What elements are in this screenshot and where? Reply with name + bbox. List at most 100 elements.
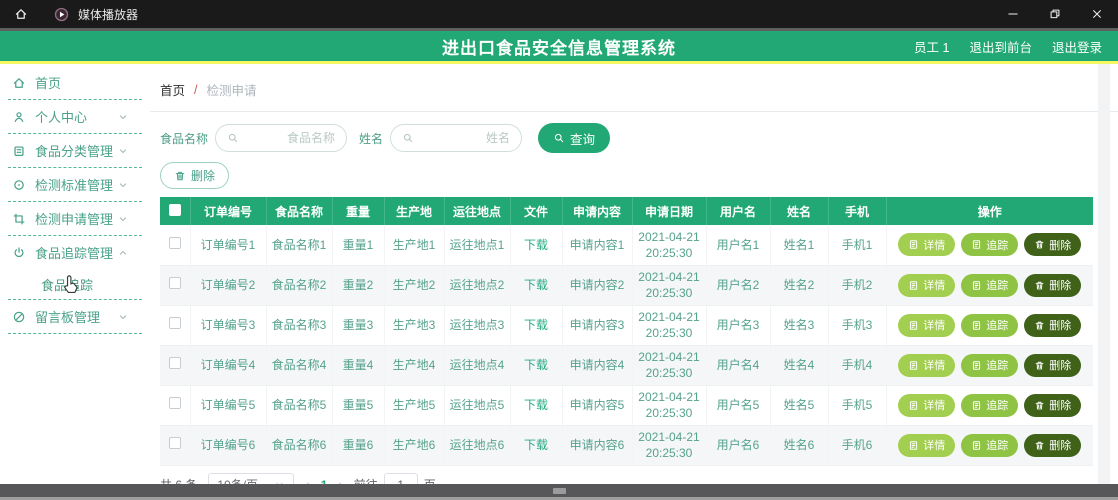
doc-icon [908,360,919,371]
download-link[interactable]: 下载 [524,438,548,452]
row-select-cell[interactable] [160,385,190,425]
table-row: 订单编号1食品名称1重量1生产地1运往地点1下载申请内容12021-04-21 … [160,225,1093,265]
date-cell: 2021-04-21 20:25:30 [632,345,706,385]
detail-button[interactable]: 详情 [898,233,955,256]
content-cell: 申请内容5 [562,385,632,425]
trash-icon [1034,360,1045,371]
track-button[interactable]: 追踪 [961,233,1018,256]
track-button[interactable]: 追踪 [961,314,1018,337]
row-select-cell[interactable] [160,265,190,305]
vertical-scrollbar-track[interactable] [1098,64,1110,484]
row-checkbox[interactable] [169,357,181,369]
goto-label: 前往 [354,476,378,484]
sidebar-item-7[interactable]: 留言板管理 [8,300,142,333]
goto-page-input[interactable] [384,473,418,485]
file-cell: 下载 [510,425,562,465]
delete-button[interactable]: 删除 [1024,233,1081,256]
delete-button[interactable]: 删除 [1024,314,1081,337]
close-button[interactable] [1076,0,1118,28]
track-button[interactable]: 追踪 [961,394,1018,417]
delete-button[interactable]: 删除 [1024,434,1081,457]
search-button[interactable]: 查询 [538,123,610,153]
delete-button[interactable]: 删除 [1024,394,1081,417]
trash-icon [1034,280,1045,291]
food-cell: 食品名称2 [266,265,332,305]
detail-button[interactable]: 详情 [898,274,955,297]
table-row: 订单编号6食品名称6重量6生产地6运往地点6下载申请内容62021-04-21 … [160,425,1093,465]
row-checkbox[interactable] [169,397,181,409]
breadcrumb: 首页 / 检测申请 [160,78,1106,111]
row-checkbox[interactable] [169,317,181,329]
sidebar-item-4[interactable]: 检测标准管理 [8,168,142,201]
media-player-icon [54,7,69,22]
chevron-down-icon [117,179,129,191]
sidebar-item-2[interactable]: 个人中心 [8,100,142,133]
track-button[interactable]: 追踪 [961,434,1018,457]
batch-delete-button[interactable]: 删除 [160,162,229,189]
doc-icon [908,440,919,451]
logout-front-link[interactable]: 退出到前台 [969,37,1032,56]
person-name-input[interactable] [418,131,510,145]
row-checkbox[interactable] [169,237,181,249]
person-name-field [390,124,522,152]
table-header-row: 订单编号食品名称重量生产地运往地点文件申请内容申请日期用户名姓名手机操作 [160,197,1093,225]
delete-button[interactable]: 删除 [1024,274,1081,297]
logout-link[interactable]: 退出登录 [1052,37,1102,56]
prev-page-button[interactable]: ‹ [305,477,309,484]
name-cell: 姓名6 [770,425,828,465]
detail-button[interactable]: 详情 [898,434,955,457]
horizontal-scrollbar-track[interactable] [0,484,1118,497]
sidebar-item-1[interactable]: 首页 [8,66,142,99]
minimize-button[interactable] [992,0,1034,28]
dest-cell: 运往地点5 [444,385,510,425]
user-cell: 用户名5 [706,385,770,425]
download-link[interactable]: 下载 [524,318,548,332]
select-all-checkbox[interactable] [169,204,181,216]
phone-cell: 手机1 [828,225,886,265]
user-cell: 用户名3 [706,305,770,345]
detail-button[interactable]: 详情 [898,354,955,377]
trash-icon [1034,440,1045,451]
breadcrumb-divider [150,111,1118,112]
row-checkbox[interactable] [169,277,181,289]
maximize-button[interactable] [1034,0,1076,28]
row-select-cell[interactable] [160,305,190,345]
window-titlebar: 媒体播放器 [0,0,1118,28]
food-name-input[interactable] [243,131,335,145]
sidebar-item-3[interactable]: 食品分类管理 [8,134,142,167]
row-checkbox[interactable] [169,437,181,449]
chevron-down-icon [117,213,129,225]
select-all-header[interactable] [160,197,190,225]
download-link[interactable]: 下载 [524,238,548,252]
order-cell: 订单编号5 [190,385,266,425]
page-size-select[interactable]: 10条/页 [208,473,294,485]
name-cell: 姓名5 [770,385,828,425]
row-select-cell[interactable] [160,225,190,265]
delete-button[interactable]: 删除 [1024,354,1081,377]
row-select-cell[interactable] [160,425,190,465]
next-page-button[interactable]: › [338,477,342,484]
food-name-label: 食品名称 [160,130,208,147]
date-cell: 2021-04-21 20:25:30 [632,305,706,345]
doc-icon [971,360,982,371]
column-header: 文件 [510,197,562,225]
phone-cell: 手机3 [828,305,886,345]
sidebar-item-5[interactable]: 检测申请管理 [8,202,142,235]
detail-button[interactable]: 详情 [898,394,955,417]
download-link[interactable]: 下载 [524,358,548,372]
track-button[interactable]: 追踪 [961,274,1018,297]
row-select-cell[interactable] [160,345,190,385]
app-header: 进出口食品安全信息管理系统 员工 1 退出到前台 退出登录 [0,31,1118,61]
category-icon [12,144,26,158]
sidebar-item-6[interactable]: 食品追踪管理 [8,236,142,269]
track-button[interactable]: 追踪 [961,354,1018,377]
name-cell: 姓名3 [770,305,828,345]
breadcrumb-home[interactable]: 首页 [160,80,185,99]
horizontal-scrollbar-thumb[interactable] [553,488,566,494]
download-link[interactable]: 下载 [524,278,548,292]
apply-icon [12,212,26,226]
detail-button[interactable]: 详情 [898,314,955,337]
home-icon[interactable] [14,7,28,21]
dest-cell: 运往地点3 [444,305,510,345]
download-link[interactable]: 下载 [524,398,548,412]
